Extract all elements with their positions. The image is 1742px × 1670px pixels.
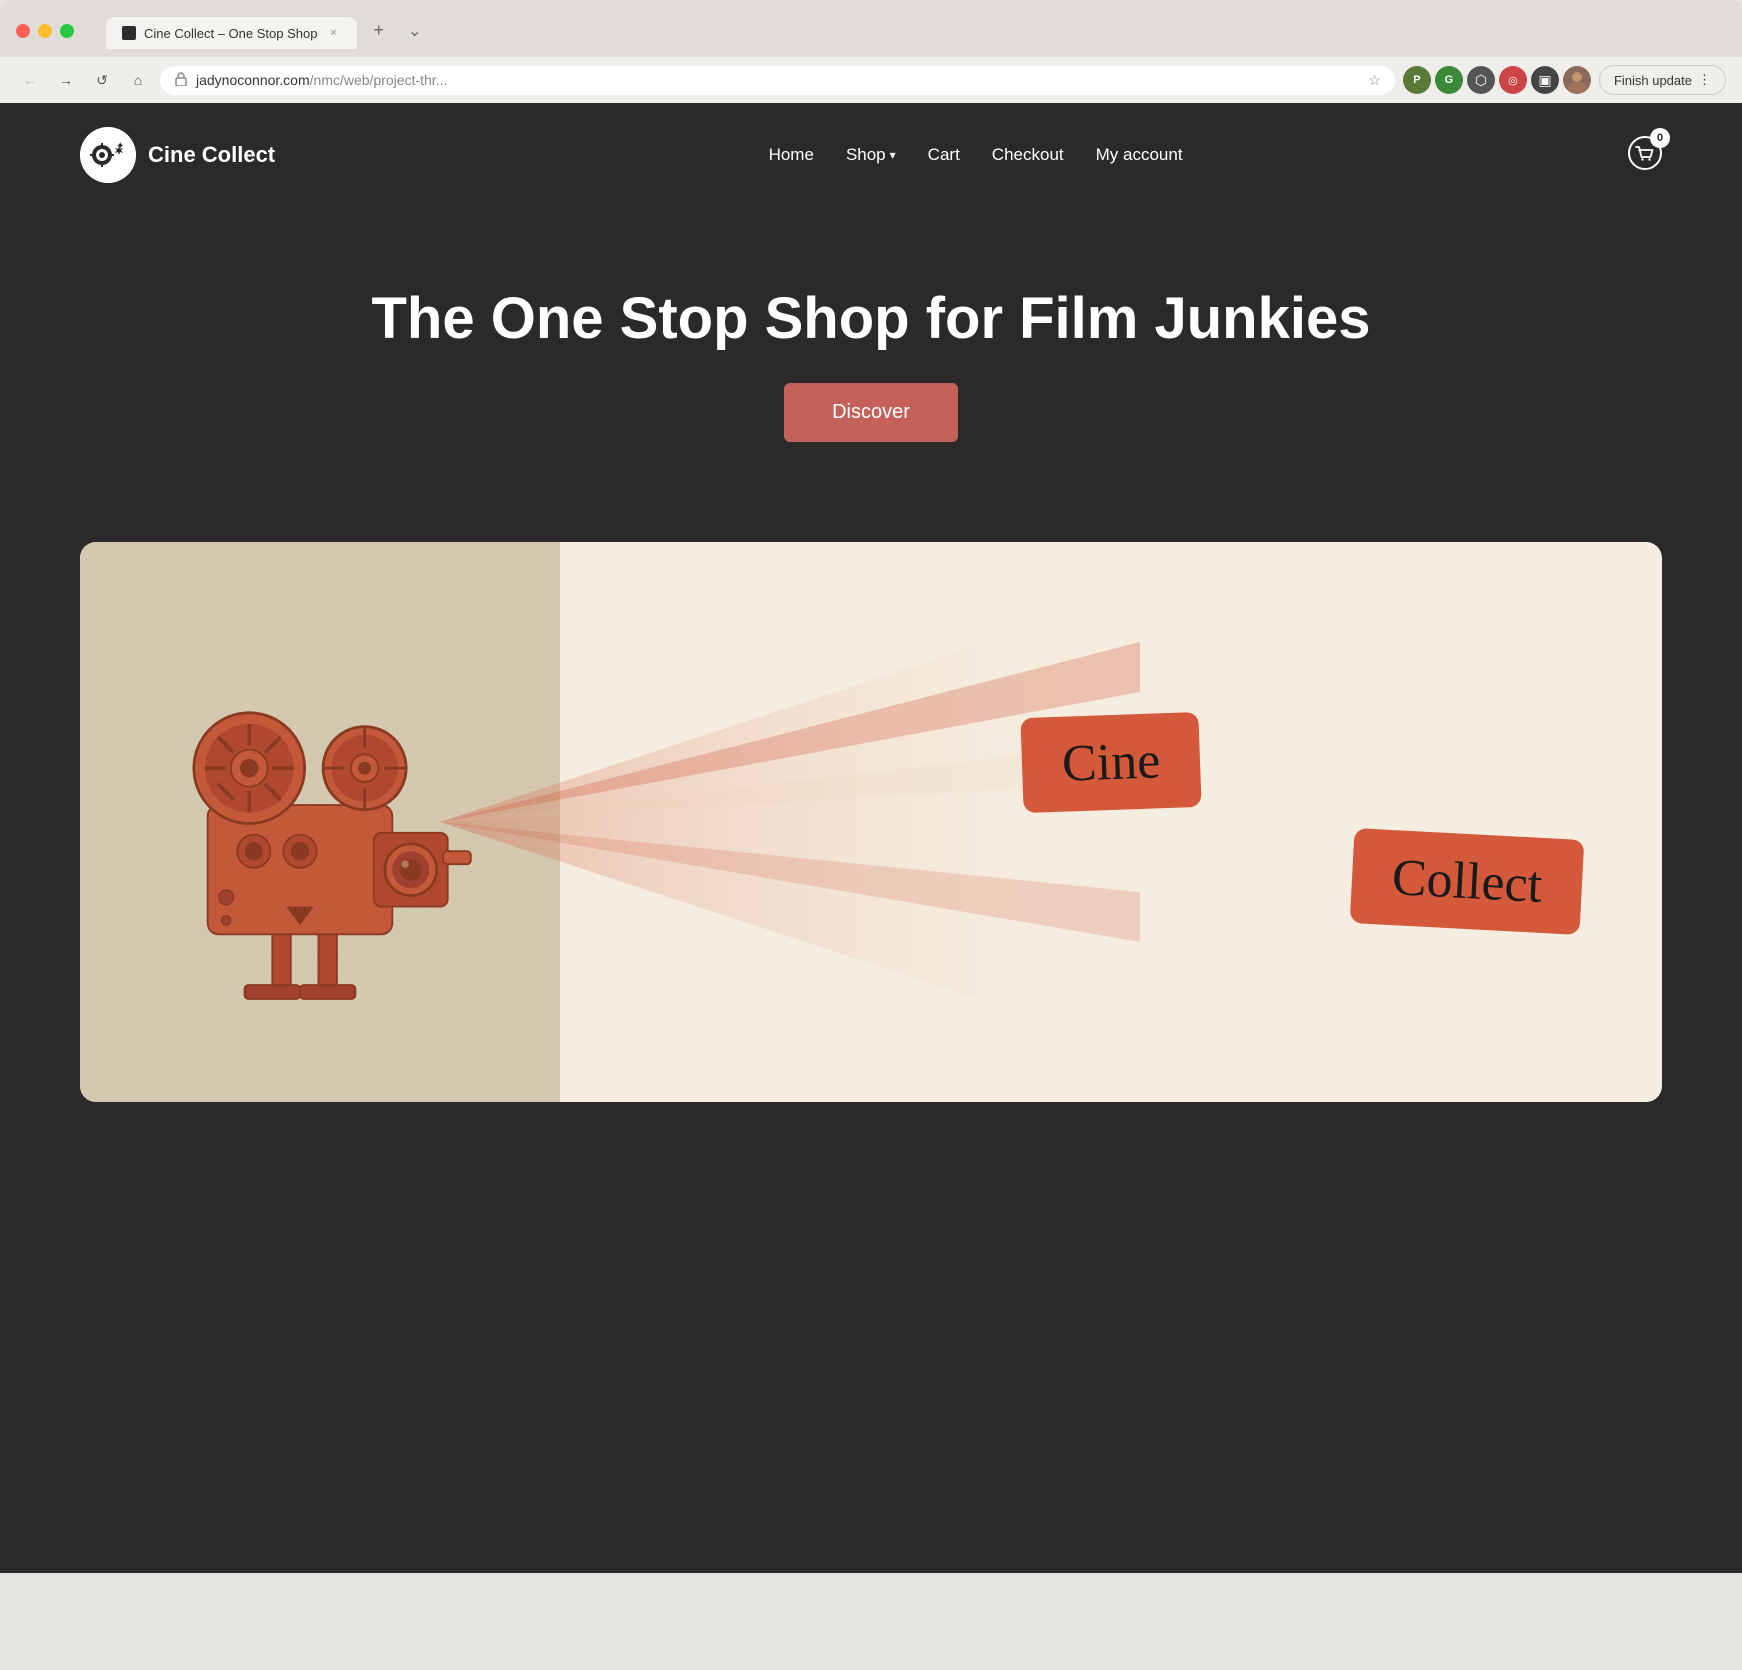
tab-favicon [122, 26, 136, 40]
traffic-lights [16, 24, 74, 38]
address-bar[interactable]: jadynoconnor.com/nmc/web/project-thr... … [160, 66, 1395, 95]
nav-checkout[interactable]: Checkout [992, 145, 1064, 165]
extension-icon-4[interactable]: ◎ [1499, 66, 1527, 94]
fullscreen-window-button[interactable] [60, 24, 74, 38]
tab-close-button[interactable]: × [325, 25, 341, 41]
url-path: /nmc/web/project-thr... [310, 72, 448, 88]
banner-tag-collect: Collect [1349, 828, 1584, 935]
close-window-button[interactable] [16, 24, 30, 38]
more-options-icon: ⋮ [1698, 72, 1711, 88]
discover-button[interactable]: Discover [784, 383, 958, 442]
projector-area [80, 542, 560, 1102]
projector-illustration [100, 602, 500, 1082]
cart-icon-wrap[interactable]: 0 [1628, 136, 1662, 175]
home-button[interactable]: ⌂ [124, 66, 152, 94]
back-button[interactable]: ← [16, 66, 44, 94]
nav-my-account[interactable]: My account [1096, 145, 1183, 165]
nav-shop-label: Shop [846, 145, 886, 165]
forward-button[interactable]: → [52, 66, 80, 94]
tab-bar: Cine Collect – One Stop Shop × + ⌄ [90, 12, 445, 49]
browser-tab-active[interactable]: Cine Collect – One Stop Shop × [106, 17, 357, 49]
svg-text:✦: ✦ [116, 141, 124, 152]
site-logo-icon: ✦ [80, 127, 136, 183]
site-logo-area: ✦ Cine Collect [80, 127, 275, 183]
finish-update-button[interactable]: Finish update ⋮ [1599, 65, 1726, 95]
site-name[interactable]: Cine Collect [148, 142, 275, 168]
user-profile-avatar[interactable] [1563, 66, 1591, 94]
hero-title: The One Stop Shop for Film Junkies [40, 287, 1702, 351]
nav-cart[interactable]: Cart [928, 145, 960, 165]
extension-icon-5[interactable]: ▣ [1531, 66, 1559, 94]
site-nav: Home Shop ▾ Cart Checkout My account [323, 145, 1628, 165]
browser-chrome: Cine Collect – One Stop Shop × + ⌄ ← → ↺… [0, 0, 1742, 1573]
extension-icon-3[interactable]: ⬡ [1467, 66, 1495, 94]
reload-button[interactable]: ↺ [88, 66, 116, 94]
address-bar-row: ← → ↺ ⌂ jadynoconnor.com/nmc/web/project… [0, 57, 1742, 103]
new-tab-button[interactable]: + [361, 12, 396, 49]
cart-count-badge: 0 [1650, 128, 1670, 148]
security-icon [174, 72, 188, 89]
extension-icon-2[interactable]: G [1435, 66, 1463, 94]
tab-title: Cine Collect – One Stop Shop [144, 26, 317, 41]
minimize-window-button[interactable] [38, 24, 52, 38]
nav-home[interactable]: Home [769, 145, 814, 165]
hero-banner: Cine Collect [80, 542, 1662, 1102]
website-content: ✦ Cine Collect Home Shop ▾ Cart Checkout… [0, 103, 1742, 1573]
banner-tag-cine: Cine [1020, 712, 1201, 813]
tab-menu-button[interactable]: ⌄ [400, 13, 429, 49]
bookmark-icon[interactable]: ☆ [1368, 72, 1381, 89]
nav-shop[interactable]: Shop ▾ [846, 145, 896, 165]
url-display: jadynoconnor.com/nmc/web/project-thr... [196, 72, 1360, 88]
url-domain: jadynoconnor.com [196, 72, 310, 88]
title-bar: Cine Collect – One Stop Shop × + ⌄ [0, 0, 1742, 57]
chevron-down-icon: ▾ [890, 148, 896, 162]
site-header: ✦ Cine Collect Home Shop ▾ Cart Checkout… [0, 103, 1742, 207]
hero-section: The One Stop Shop for Film Junkies Disco… [0, 207, 1742, 502]
browser-extensions: P G ⬡ ◎ ▣ [1403, 66, 1591, 94]
extension-icon-1[interactable]: P [1403, 66, 1431, 94]
finish-update-label: Finish update [1614, 73, 1692, 88]
banner-text-area: Cine Collect [560, 675, 1662, 969]
